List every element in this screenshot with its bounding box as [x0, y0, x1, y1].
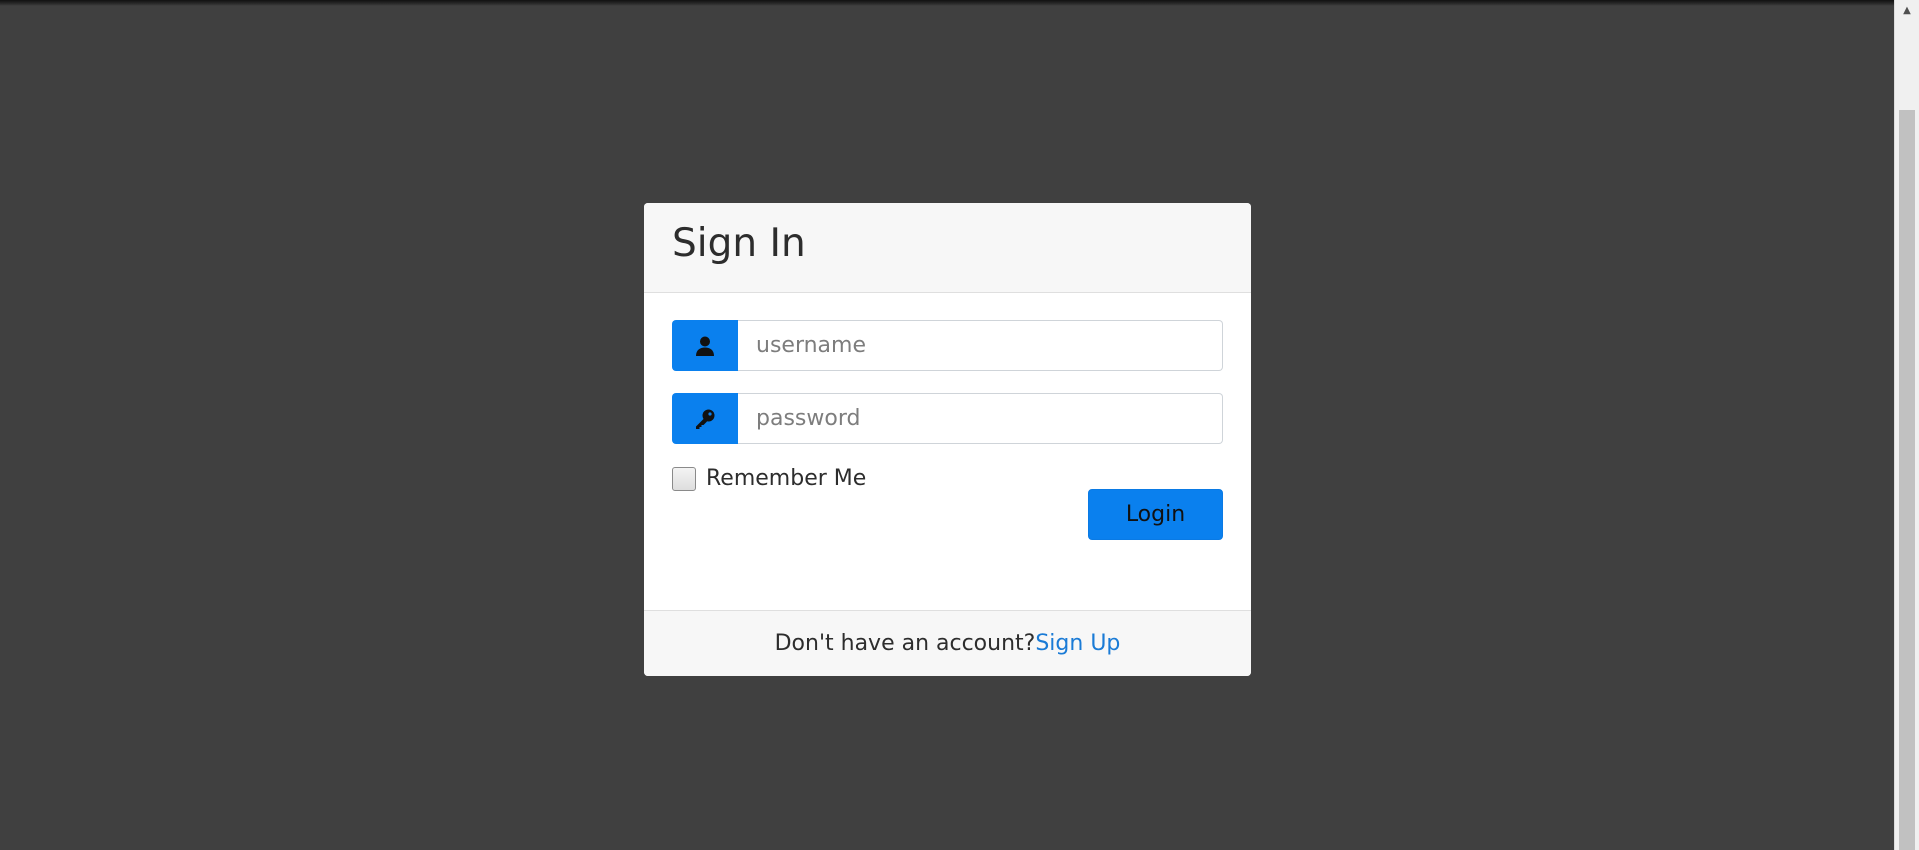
chevron-up-icon[interactable]: ▲ — [1895, 0, 1919, 20]
password-input[interactable] — [738, 393, 1223, 444]
signup-link[interactable]: Sign Up — [1035, 631, 1120, 656]
key-icon — [672, 393, 738, 444]
page-title: Sign In — [672, 221, 806, 266]
username-input[interactable] — [738, 320, 1223, 371]
signin-form: Remember Me Login — [644, 293, 1251, 610]
login-button[interactable]: Login — [1088, 489, 1223, 540]
password-group — [672, 393, 1223, 444]
user-icon — [672, 320, 738, 371]
remember-me-label[interactable]: Remember Me — [706, 466, 866, 491]
signup-prompt: Don't have an account? — [774, 631, 1036, 656]
card-header: Sign In — [644, 203, 1251, 293]
signin-card: Sign In username Remember Me Login Don't… — [644, 203, 1251, 676]
card-footer: Don't have an account? Sign Up — [644, 610, 1251, 676]
remember-me-checkbox[interactable] — [672, 466, 696, 491]
scrollbar-thumb[interactable] — [1899, 110, 1915, 850]
remember-me-row: Remember Me — [672, 466, 1223, 491]
vertical-scrollbar[interactable]: ▲ — [1894, 0, 1919, 850]
page-background: Sign In username Remember Me Login Don't… — [0, 0, 1894, 850]
username-group — [672, 320, 1223, 371]
